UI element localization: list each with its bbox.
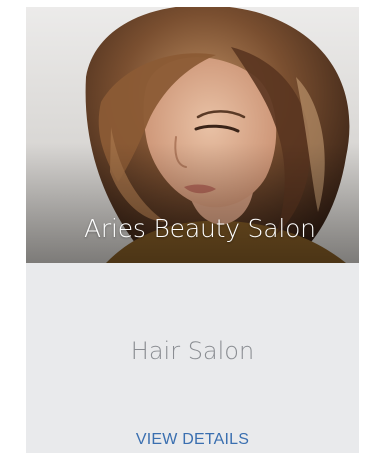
salon-category: Hair Salon — [130, 337, 255, 365]
salon-photo[interactable]: Aries Beauty Salon — [26, 7, 359, 263]
view-details-link[interactable]: VIEW DETAILS — [26, 431, 359, 449]
salon-name[interactable]: Aries Beauty Salon — [84, 214, 354, 243]
salon-card[interactable]: Aries Beauty Salon Hair Salon VIEW DETAI… — [26, 7, 359, 453]
photo-gradient-overlay — [26, 143, 359, 263]
